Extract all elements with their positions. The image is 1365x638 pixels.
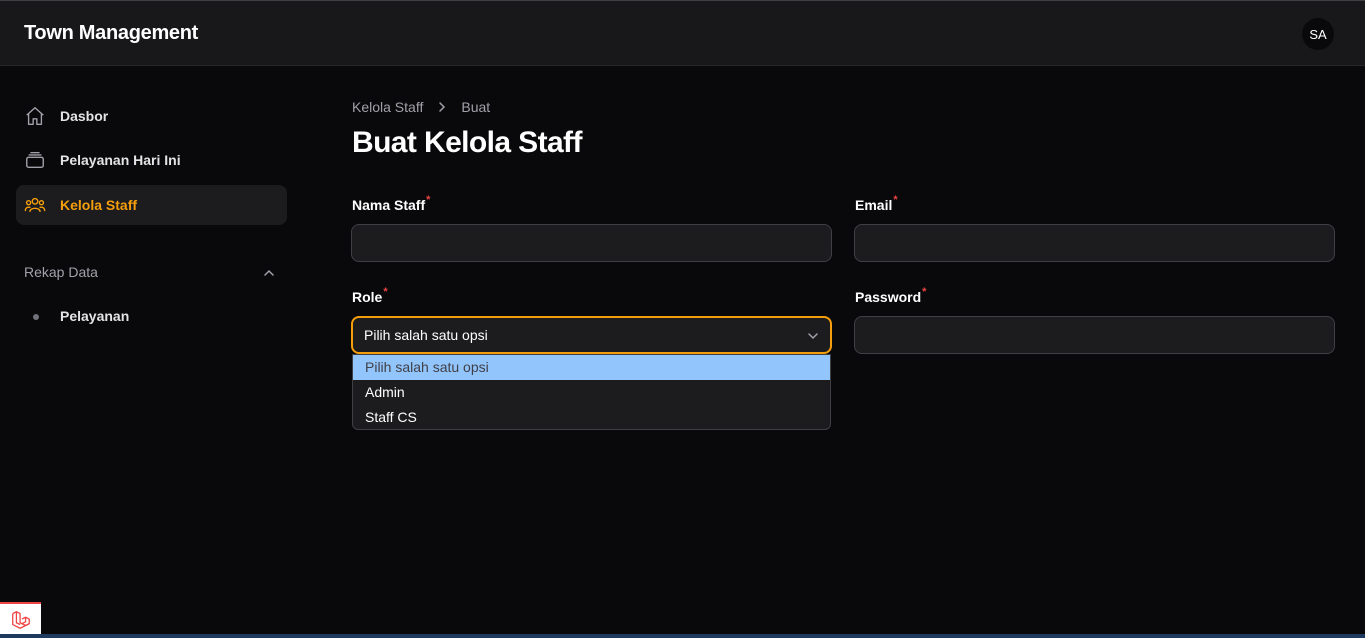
sidebar-item-pelayanan[interactable]: Pelayanan xyxy=(60,308,129,324)
top-bar: Town Management SA xyxy=(0,0,1365,66)
sidebar-item-label: Dasbor xyxy=(60,108,109,124)
sidebar-item-kelola-staff[interactable]: Kelola Staff xyxy=(16,185,287,225)
nama-staff-label: Nama Staff* xyxy=(352,194,431,213)
users-icon xyxy=(24,197,46,213)
password-label: Password* xyxy=(855,286,927,305)
password-input[interactable] xyxy=(854,316,1335,354)
role-option-placeholder[interactable]: Pilih salah satu opsi xyxy=(353,355,830,380)
role-dropdown-list: Pilih salah satu opsi Admin Staff CS xyxy=(352,354,831,430)
sidebar-item-label: Kelola Staff xyxy=(60,197,138,213)
home-icon xyxy=(26,107,44,125)
chevron-up-icon[interactable] xyxy=(262,266,276,280)
breadcrumb-parent[interactable]: Kelola Staff xyxy=(352,99,423,115)
app-title[interactable]: Town Management xyxy=(24,22,198,45)
required-mark: * xyxy=(922,286,927,298)
sidebar-item-dasbor[interactable]: Dasbor xyxy=(16,96,287,136)
page-title: Buat Kelola Staff xyxy=(352,126,582,159)
role-select-value: Pilih salah satu opsi xyxy=(364,327,488,343)
bullet-icon xyxy=(33,314,39,320)
role-label: Role* xyxy=(352,286,388,305)
nama-staff-input[interactable] xyxy=(351,224,832,262)
chevron-down-icon xyxy=(808,333,818,340)
breadcrumb: Kelola Staff Buat xyxy=(352,99,490,115)
email-label: Email* xyxy=(855,194,898,213)
user-avatar[interactable]: SA xyxy=(1302,18,1334,50)
breadcrumb-current: Buat xyxy=(461,99,491,115)
debug-toolbar-toggle[interactable] xyxy=(0,602,41,635)
sidebar-group-rekap-data[interactable]: Rekap Data xyxy=(24,264,98,280)
sidebar-item-pelayanan-hari-ini[interactable]: Pelayanan Hari Ini xyxy=(16,140,287,180)
email-input[interactable] xyxy=(854,224,1335,262)
role-option-staff-cs[interactable]: Staff CS xyxy=(353,405,830,429)
required-mark: * xyxy=(426,194,431,206)
bottom-border xyxy=(0,634,1365,638)
laravel-logo-icon xyxy=(11,610,30,629)
required-mark: * xyxy=(893,194,898,206)
chevron-right-icon xyxy=(439,102,446,112)
sidebar-item-label: Pelayanan Hari Ini xyxy=(60,152,181,168)
role-option-admin[interactable]: Admin xyxy=(353,380,830,405)
role-select[interactable]: Pilih salah satu opsi xyxy=(351,316,832,354)
stack-icon xyxy=(26,151,44,169)
required-mark: * xyxy=(383,286,388,298)
sidebar: Dasbor Pelayanan Hari Ini Kelola Staff R… xyxy=(0,66,300,638)
